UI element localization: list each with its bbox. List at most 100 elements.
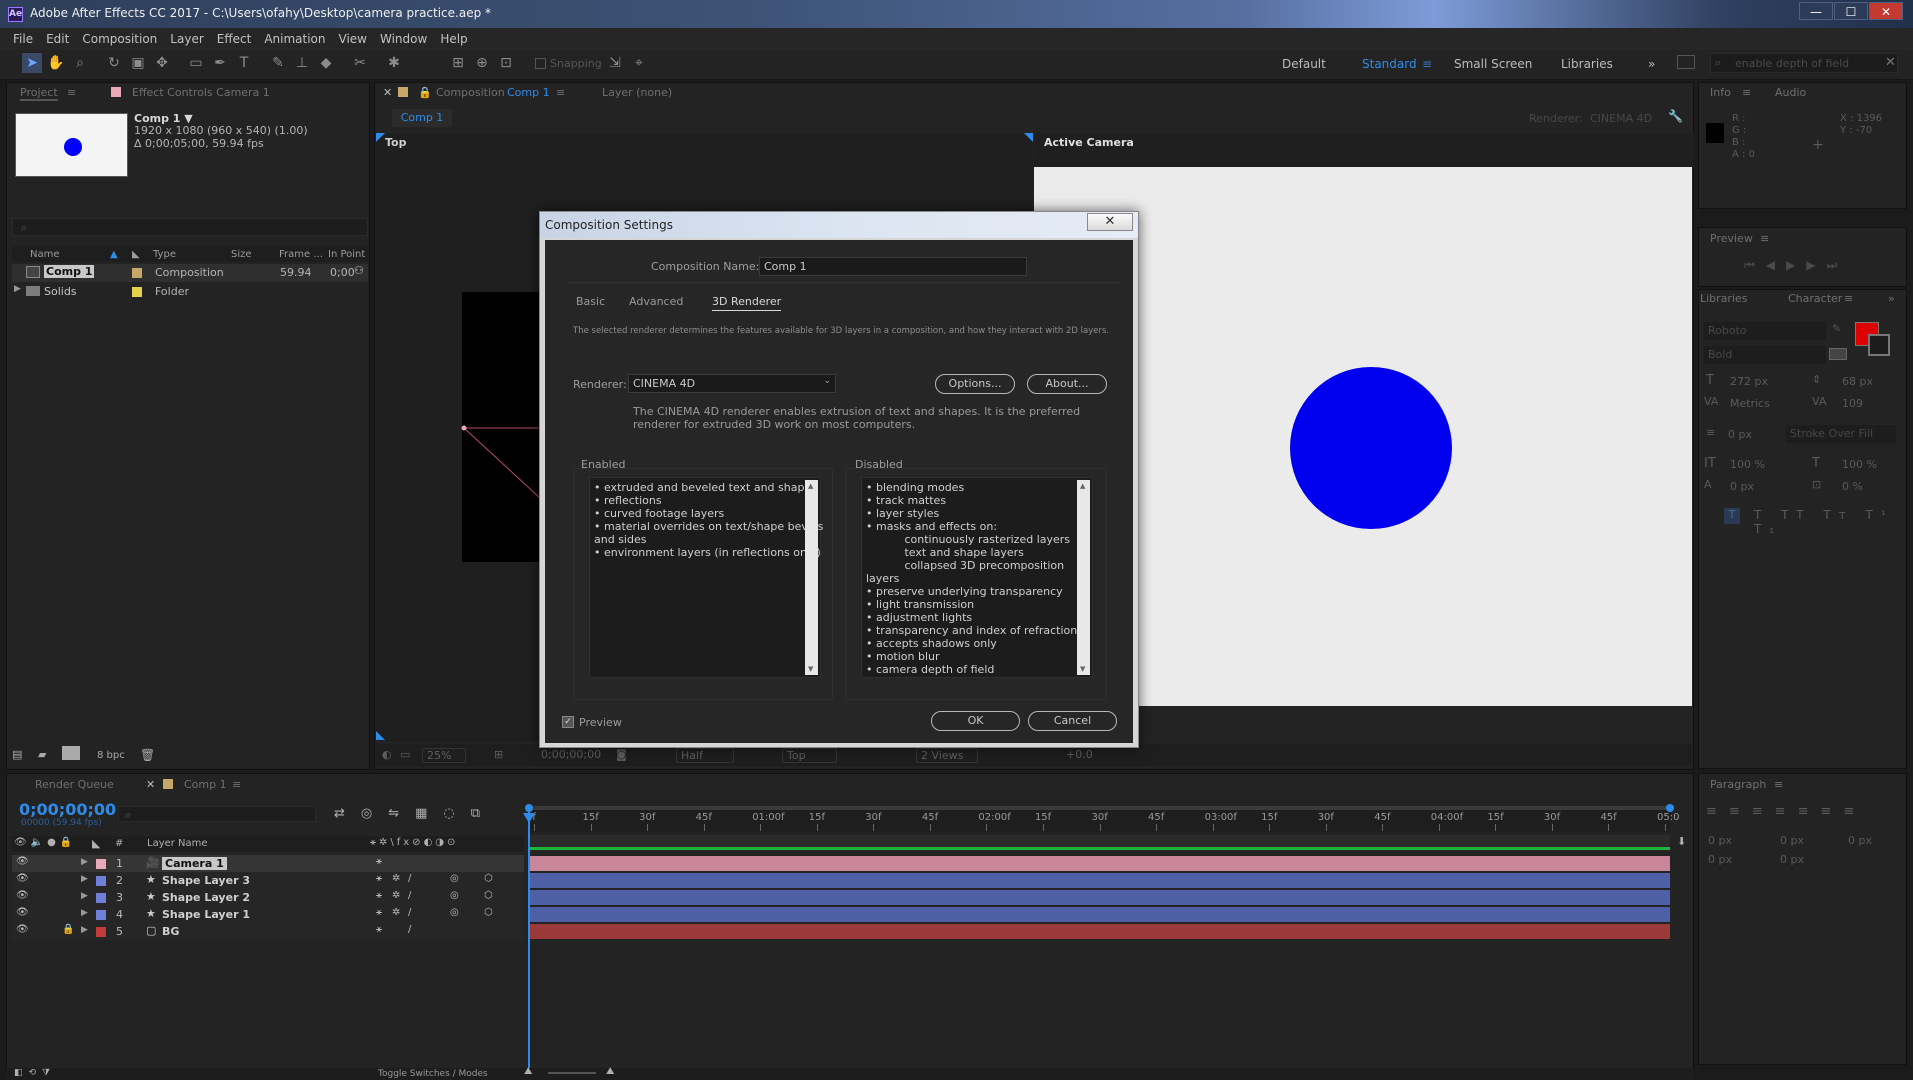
clear-search-icon[interactable]: ✕ [1885, 55, 1896, 70]
bit-depth-label[interactable]: 8 bpc [97, 750, 125, 761]
timeline-layer-row[interactable]: 👁 🔒 ▶ 5 ▢ BG ⚹ / [12, 923, 524, 940]
menu-file[interactable]: File [13, 32, 33, 46]
indent-left-value[interactable]: 0 px [1708, 834, 1732, 847]
exposure-value[interactable]: +0.0 [1066, 748, 1093, 761]
visibility-icon[interactable]: 👁 [16, 890, 29, 901]
shy-switch-icon[interactable]: ⚹ [376, 907, 382, 918]
always-preview-icon[interactable]: ◐ [382, 748, 392, 761]
lock-layer-icon[interactable]: 🔒 [62, 924, 74, 935]
zoom-tool-icon[interactable]: ⌕ [70, 53, 90, 73]
quality-switch-icon[interactable]: / [408, 873, 411, 884]
timeline-layer-row[interactable]: 👁 ▶ 2 ★ Shape Layer 3 ⚹ ✲ / ◎ ⬡ [12, 872, 524, 889]
timeline-switch-icons[interactable]: ⇄◎⇋▦◌⧉ [334, 806, 496, 821]
font-family-select[interactable]: Roboto [1704, 322, 1826, 340]
visibility-icon[interactable]: 👁 [16, 924, 29, 935]
comp-name-input[interactable]: Comp 1 [759, 257, 1027, 276]
flowchart-icon[interactable]: ⚇ [354, 264, 364, 277]
view-layout-select[interactable]: 2 Views [916, 748, 979, 763]
tab-advanced[interactable]: Advanced [629, 295, 683, 308]
pen-tool-icon[interactable]: ✒ [210, 53, 230, 73]
project-item-folder[interactable]: ▶ Solids Folder [12, 283, 368, 301]
collapse-switch-icon[interactable]: ✲ [392, 873, 400, 884]
visibility-icon[interactable]: 👁 [16, 856, 29, 867]
label-col-icon[interactable]: ◣ [92, 837, 100, 850]
layer-label-swatch[interactable] [96, 859, 106, 869]
col-name[interactable]: Name [30, 249, 60, 260]
options-button[interactable]: Options... [935, 374, 1015, 394]
timeline-search-input[interactable]: ⌕ [118, 806, 316, 822]
snap-edge-icon[interactable]: ⇲ [605, 53, 625, 73]
visibility-icon[interactable]: 👁 [16, 873, 29, 884]
layer-label-swatch[interactable] [96, 893, 106, 903]
current-time-display[interactable]: 0;00;00;00 [541, 748, 601, 761]
kerning-value[interactable]: Metrics [1730, 397, 1770, 410]
local-axis-icon[interactable]: ⊞ [448, 53, 468, 73]
close-comp-tab-icon[interactable]: ✕ [383, 86, 392, 99]
enabled-list[interactable]: • extruded and beveled text and shapes • … [589, 477, 823, 678]
timeline-menu-icon[interactable]: ≡ [232, 778, 241, 791]
shy-switch-icon[interactable]: ⚹ [376, 873, 382, 884]
toggle-switches-modes[interactable]: Toggle Switches / Modes [378, 1069, 488, 1079]
scroll-up-icon[interactable]: ▲ [1080, 482, 1085, 490]
indent-first-value[interactable]: 0 px [1848, 834, 1872, 847]
blue-circle-shape[interactable] [1290, 367, 1452, 529]
hand-tool-icon[interactable]: ✋ [46, 53, 66, 73]
layer-duration-bar[interactable] [529, 856, 1670, 871]
tab-character[interactable]: Character [1788, 292, 1842, 305]
swap-colors-icon[interactable] [1829, 348, 1847, 360]
tab-libraries[interactable]: Libraries [1700, 292, 1748, 305]
vertical-scale-value[interactable]: 100 % [1730, 458, 1765, 471]
tab-project[interactable]: Project [20, 86, 58, 101]
tab-composition[interactable]: Composition [436, 86, 505, 99]
tab-layer-none[interactable]: Layer (none) [602, 86, 672, 99]
zoom-in-icon[interactable]: ⛰ [606, 1066, 614, 1077]
3d-view-select[interactable]: Top [782, 748, 837, 763]
work-area-bar[interactable] [529, 806, 1670, 810]
enabled-scrollbar[interactable]: ▲ ▼ [805, 480, 818, 675]
comp-panel-menu-icon[interactable]: ≡ [556, 86, 565, 99]
tab-info[interactable]: Info [1710, 86, 1731, 99]
delete-icon[interactable]: 🗑 [140, 748, 155, 762]
new-folder-icon[interactable]: ▰ [38, 748, 46, 761]
collapse-switch-icon[interactable]: ✲ [392, 907, 400, 918]
selection-tool-icon[interactable]: ➤ [22, 53, 42, 73]
expand-layer-icon[interactable]: ▶ [81, 891, 88, 901]
col-type[interactable]: Type [153, 249, 176, 260]
help-search-input[interactable]: ⌕ enable depth of field [1710, 53, 1898, 73]
paragraph-menu-icon[interactable]: ≡ [1774, 778, 1783, 791]
ok-button[interactable]: OK [931, 711, 1020, 731]
playhead[interactable] [528, 806, 530, 1068]
motion-blur-switch-icon[interactable]: ◎ [450, 907, 459, 918]
world-axis-icon[interactable]: ⊕ [472, 53, 492, 73]
font-size-value[interactable]: 272 px [1730, 375, 1768, 388]
new-composition-icon[interactable] [62, 746, 80, 760]
dialog-close-button[interactable]: ✕ [1087, 213, 1133, 231]
project-item-comp[interactable]: Comp 1 Composition 59.94 0;00 ⚇ [12, 264, 368, 282]
timeline-layer-row[interactable]: 👁 ▶ 4 ★ Shape Layer 1 ⚹ ✲ / ◎ ⬡ [12, 906, 524, 923]
scroll-up-icon[interactable]: ▲ [808, 482, 813, 490]
project-search-input[interactable]: ⌕ [12, 218, 368, 236]
timeline-footer-icons[interactable]: ◧⟲⧩ [14, 1068, 56, 1078]
layer-label-swatch[interactable] [96, 927, 106, 937]
scroll-down-icon[interactable]: ▼ [808, 665, 813, 673]
layer-name[interactable]: BG [162, 925, 179, 938]
quality-switch-icon[interactable]: / [408, 890, 411, 901]
layer-label-swatch[interactable] [96, 910, 106, 920]
menu-view[interactable]: View [339, 32, 367, 46]
tab-preview[interactable]: Preview [1710, 232, 1753, 245]
shy-switch-icon[interactable]: ⚹ [376, 856, 382, 867]
rotate-tool-icon[interactable]: ↻ [104, 53, 124, 73]
3d-layer-switch-icon[interactable]: ⬡ [484, 907, 493, 918]
puppet-tool-icon[interactable]: ✱ [384, 53, 404, 73]
menu-layer[interactable]: Layer [170, 32, 203, 46]
project-menu-icon[interactable]: ≡ [67, 86, 76, 99]
av-features-icons[interactable]: 👁🔈●🔒 [14, 837, 76, 848]
snapshot-icon[interactable]: ◙ [616, 748, 627, 761]
leading-value[interactable]: 68 px [1842, 375, 1873, 388]
preview-controls[interactable]: ⏮◀▶▶⏭ [1744, 258, 1848, 273]
type-tool-icon[interactable]: T [234, 53, 254, 73]
menu-window[interactable]: Window [380, 32, 427, 46]
faux-bold-icon[interactable]: T [1724, 508, 1740, 524]
workspace-libraries[interactable]: Libraries [1561, 57, 1613, 71]
tab-render-queue[interactable]: Render Queue [35, 778, 114, 791]
